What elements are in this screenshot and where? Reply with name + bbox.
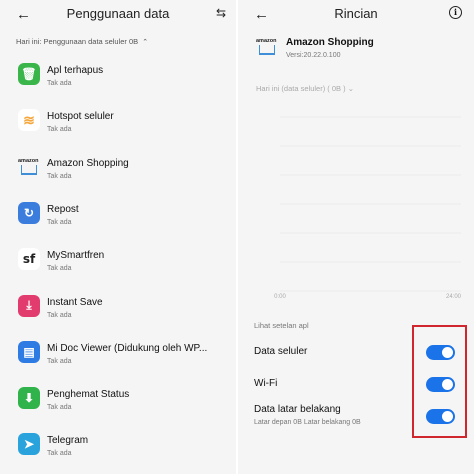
app-list-item[interactable]: sf MySmartfren Tak ada xyxy=(0,246,236,292)
app-name: Repost xyxy=(47,203,79,215)
data-usage-panel: ← Penggunaan data ⇆ Hari ini: Penggunaan… xyxy=(0,0,236,474)
app-list-item[interactable]: ▤ Mi Doc Viewer (Didukung oleh WP... Tak a… xyxy=(0,339,236,385)
page-title: Penggunaan data xyxy=(66,6,170,21)
amazon-icon: amazon xyxy=(18,156,40,178)
period-dropdown[interactable]: Hari ini (data seluler) ( 0B ) ⌄ xyxy=(256,84,354,93)
app-name: Mi Doc Viewer (Didukung oleh WP... xyxy=(47,342,208,354)
setting-label-wifi: Wi-Fi xyxy=(254,378,278,389)
app-usage-status: Tak ada xyxy=(47,311,72,319)
setting-label-mobile-data: Data seluler xyxy=(254,346,308,357)
smartfren-icon: sf xyxy=(18,248,40,271)
highlight-box xyxy=(412,325,467,438)
sort-icon[interactable]: ⇆ xyxy=(216,6,226,20)
chart-x-tick: 24:00 xyxy=(446,294,461,300)
app-usage-status: Tak ada xyxy=(47,265,72,273)
usage-filter-dropdown[interactable]: Hari ini: Penggunaan data seluler 0B ⌃ xyxy=(16,37,148,46)
section-label: Lihat setelan apl xyxy=(254,321,309,330)
period-label: Hari ini (data seluler) xyxy=(256,84,326,93)
app-list-item[interactable]: ⬇ Penghemat Status Tak ada xyxy=(0,385,236,431)
usage-filter-label: Hari ini: Penggunaan data seluler 0B xyxy=(16,37,139,46)
usage-chart: 0:00 24:00 xyxy=(274,116,461,300)
amazon-icon: amazon xyxy=(256,38,278,56)
setting-label-background-data: Data latar belakang xyxy=(254,404,341,415)
instant-save-icon: ⤓ xyxy=(18,294,40,317)
doc-viewer-icon: ▤ xyxy=(18,340,40,363)
details-header: ← Rincian i xyxy=(238,0,474,26)
app-name: Amazon Shopping xyxy=(47,157,129,169)
repost-icon: ↻ xyxy=(18,201,40,224)
app-usage-status: Tak ada xyxy=(47,172,72,180)
app-list-item[interactable]: ↻ Repost Tak ada xyxy=(0,200,236,246)
status-saver-icon: ⬇ xyxy=(18,387,40,410)
app-name: Instant Save xyxy=(47,296,103,308)
period-value: 0B xyxy=(331,84,342,93)
app-name: MySmartfren xyxy=(47,250,105,262)
chevron-down-icon: ⌄ xyxy=(347,84,355,93)
app-list-item[interactable]: amazon Amazon Shopping Tak ada xyxy=(0,154,236,200)
app-usage-status: Tak ada xyxy=(47,126,72,134)
app-list-item[interactable]: 🗑 Apl terhapus Tak ada xyxy=(0,61,236,107)
app-version: Versi:20.22.0.100 xyxy=(286,52,341,59)
app-usage-status: Tak ada xyxy=(47,450,72,458)
app-list-item[interactable]: ⤓ Instant Save Tak ada xyxy=(0,293,236,339)
app-usage-status: Tak ada xyxy=(47,357,72,365)
data-usage-header: ← Penggunaan data ⇆ xyxy=(0,0,236,26)
app-usage-status: Tak ada xyxy=(47,80,72,87)
telegram-icon: ➤ xyxy=(18,433,40,456)
wifi-hotspot-icon: ≋ xyxy=(18,109,40,132)
app-usage-status: Tak ada xyxy=(47,404,72,412)
app-list-item[interactable]: ≋ Hotspot seluler Tak ada xyxy=(0,107,236,153)
app-name: Apl terhapus xyxy=(47,65,104,76)
app-name: Penghemat Status xyxy=(47,389,130,401)
details-title: Rincian xyxy=(334,6,378,21)
app-name: Amazon Shopping xyxy=(286,37,374,48)
app-usage-status: Tak ada xyxy=(47,218,72,226)
chart-x-tick: 0:00 xyxy=(274,294,286,300)
app-name: Telegram xyxy=(47,435,89,447)
background-usage-text: Latar depan 0B Latar belakang 0B xyxy=(254,419,361,426)
app-list-item[interactable]: ➤ Telegram Tak ada xyxy=(0,431,236,474)
chevron-icon: ⌃ xyxy=(142,39,149,46)
trash-icon: 🗑 xyxy=(18,63,40,85)
app-name: Hotspot seluler xyxy=(47,111,114,123)
details-panel: ← Rincian i amazon Amazon Shopping Versi… xyxy=(238,0,474,474)
info-icon[interactable]: i xyxy=(449,6,462,19)
